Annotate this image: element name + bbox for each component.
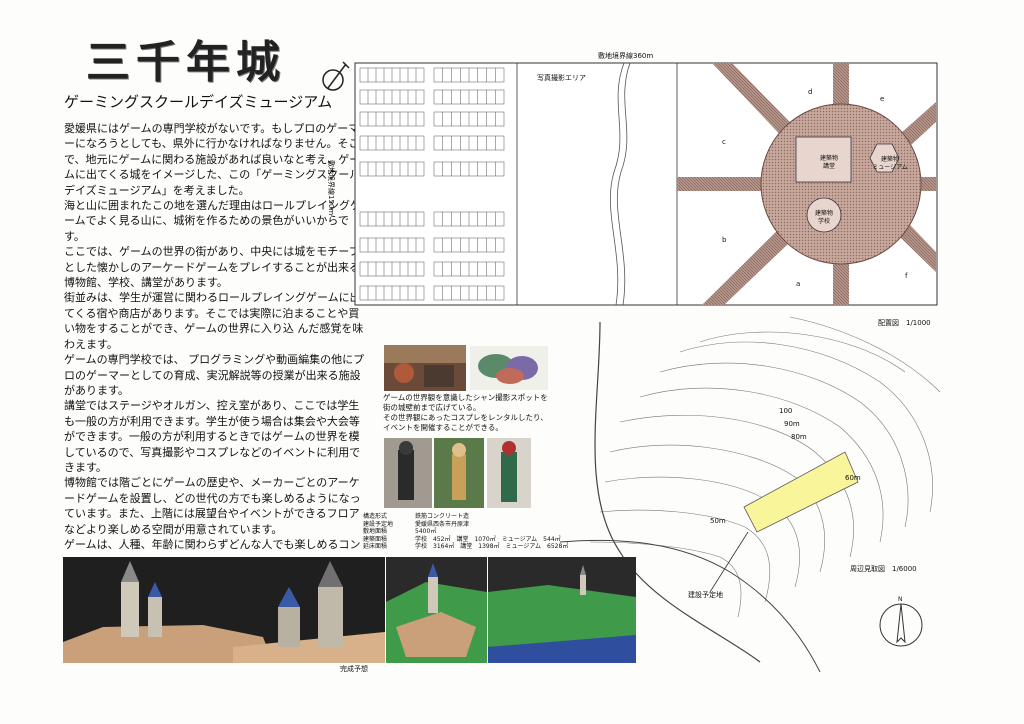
building-school: 建築物 学校: [814, 210, 833, 225]
boundary-left-label: 敷地境界線150m: [327, 160, 335, 216]
model-photo-2: [386, 557, 487, 663]
cosplay-photo-3: [487, 438, 531, 508]
contour-label: 50m: [710, 517, 726, 525]
zone-label: d: [808, 88, 813, 96]
body-paragraph: ここでは、ゲームの世界の街があり、中央には城をモチーフとした懐かしのアーケードゲ…: [64, 245, 361, 290]
spec-row: 敷地面積 5400㎡: [363, 528, 437, 535]
boundary-top-label: 敷地境界線360m: [598, 52, 654, 60]
model-photo-3: [488, 557, 636, 663]
body-text: 愛媛県にはゲームの専門学校がないです。もしプロのゲーマーになろうとしても、県外に…: [64, 121, 367, 551]
spec-row: 構造形式 鉄筋コンクリート造: [363, 513, 470, 520]
north-arrow-icon: [879, 603, 923, 647]
zone-label: e: [880, 95, 885, 103]
body-paragraph: 博物館では階ごとにゲームの歴史や、メーカーごとのアーケードゲームを設置し、どの世…: [64, 476, 361, 536]
model-photo-1: [63, 557, 385, 663]
zone-label: b: [722, 236, 727, 244]
pen-icon: [322, 61, 350, 91]
body-paragraph: 海と山に囲まれたこの地を選んだ理由はロールプレイングゲームでよく見る山に、城術を…: [64, 199, 361, 243]
body-paragraph: ゲームの専門学校では、 プログラミングや動画編集の他にプロのゲーマーとしての育成…: [64, 353, 365, 397]
contour-label: 100: [779, 407, 793, 415]
body-paragraph: ゲームは、人種、年齢に関わらずどんな人でも楽しめるコンテンツだからこそ、「三千年…: [64, 537, 361, 551]
page-subtitle: ゲーミングスクールデイズミュージアム: [64, 93, 333, 111]
spec-row: 延床面積 学校 3164㎡ 講堂 1398㎡ ミュージアム 6528㎡: [363, 543, 569, 550]
photo-caption: ゲームの世界観を意識したシャン撮影スポットを 街の城壁前まで広げている。 その世…: [383, 393, 548, 432]
spec-row: 建設予定地 愛媛県西条市丹原津: [363, 520, 470, 528]
body-paragraph: 講堂ではステージやオルガン、控え室があり、ここでは学生も一般の方が利用できます。…: [64, 399, 361, 474]
contour-label: 80m: [791, 433, 807, 441]
site-label: 建設予定地: [688, 591, 723, 599]
site-plan-drawing: [354, 62, 938, 306]
zone-label: f: [905, 272, 908, 280]
game-art-photo: [384, 345, 466, 391]
bottom-caption: 完成予想: [340, 665, 368, 673]
building-museum: 建築物 ミュージアム: [872, 156, 908, 171]
contour-label: 60m: [845, 474, 861, 482]
topo-caption: 周辺見取図 1/6000: [850, 565, 917, 573]
north-label: N: [898, 596, 903, 603]
world-map-photo: [470, 346, 548, 390]
zone-label: a: [796, 280, 801, 288]
body-paragraph: 街並みは、学生が運営に関わるロールプレイングゲームに出てくる宿や商店があります。…: [64, 291, 364, 351]
body-paragraph: 愛媛県にはゲームの専門学校がないです。もしプロのゲーマーになろうとしても、県外に…: [64, 122, 361, 197]
page-title: 三千年城: [86, 37, 286, 88]
cosplay-photo-2: [434, 438, 484, 508]
photo-area-label: 写真撮影エリア: [537, 74, 586, 82]
spec-table: 構造形式 鉄筋コンクリート造 建設予定地 愛媛県西条市丹原津 敷地面積 5400㎡ 建…: [363, 513, 583, 553]
building-hall: 建築物 講堂: [819, 155, 838, 170]
zone-label: c: [722, 138, 726, 146]
cosplay-photo-1: [384, 438, 432, 508]
spec-row: 建築面積 学校 452㎡ 講堂 1070㎡ ミュージアム 544㎡: [363, 535, 561, 543]
contour-label: 90m: [784, 420, 800, 428]
